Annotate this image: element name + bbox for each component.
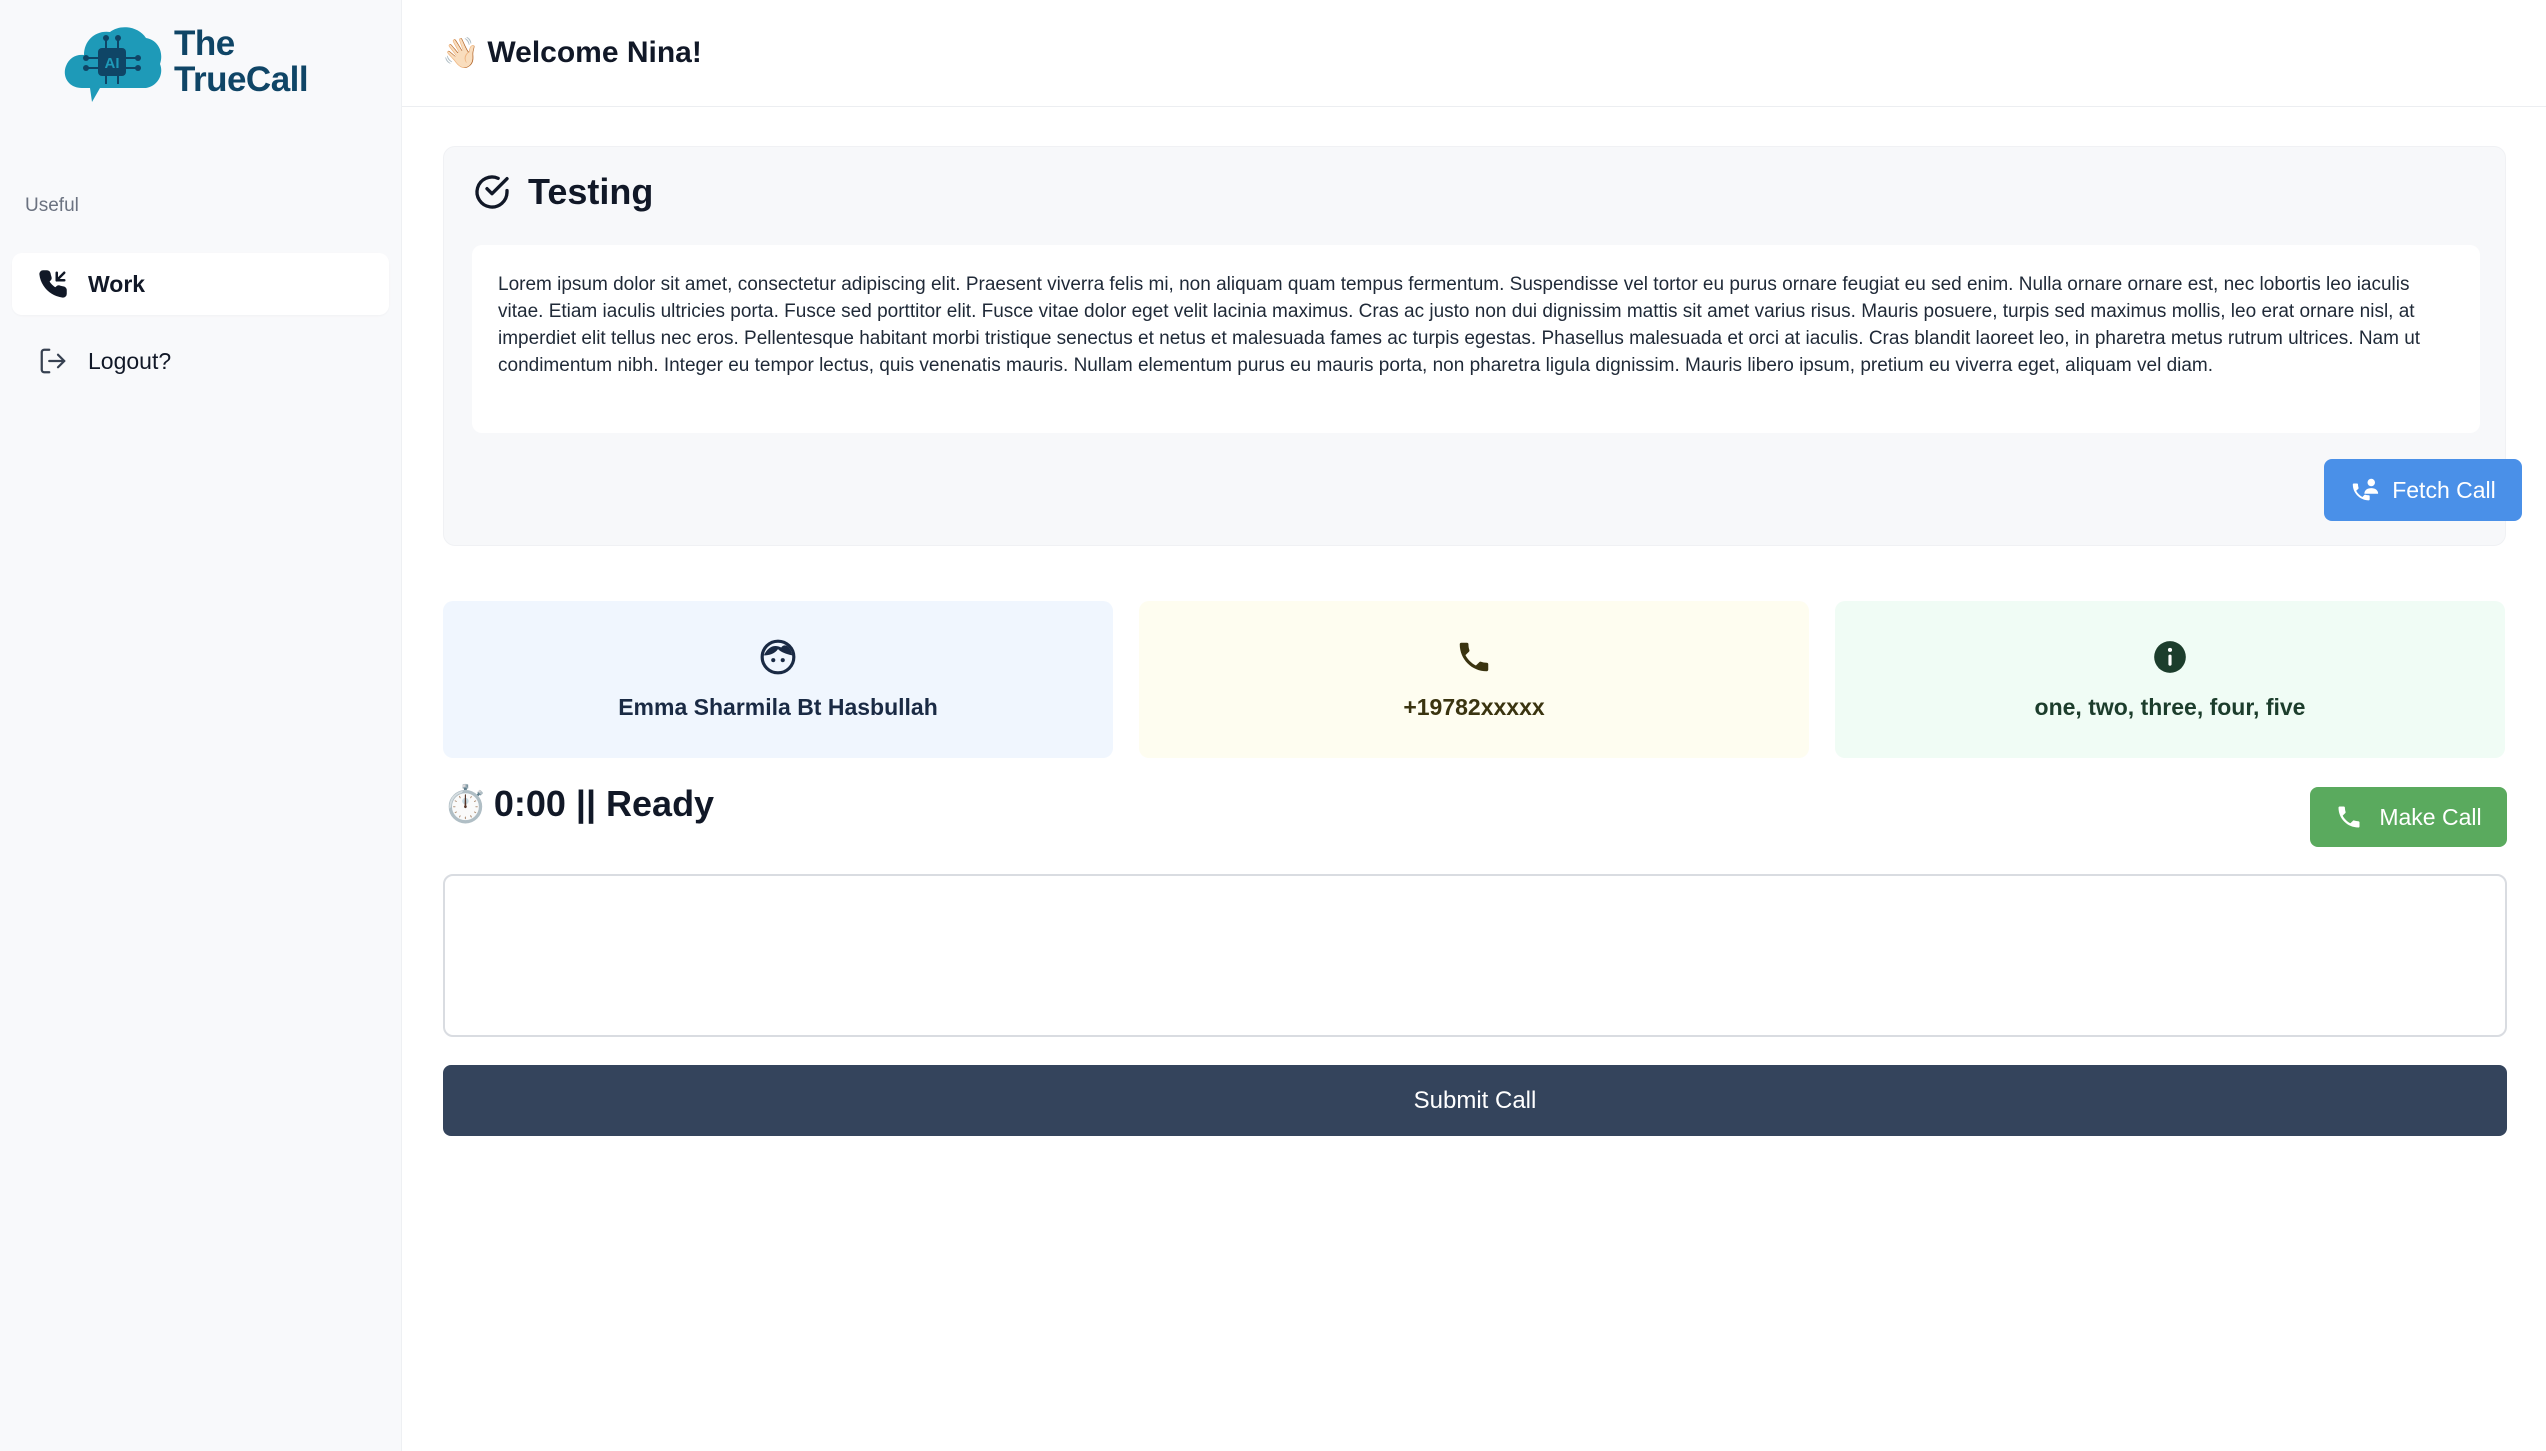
- welcome-greeting: Welcome Nina!: [487, 36, 702, 69]
- call-timer: ⏱️ 0:00 || Ready: [443, 783, 714, 825]
- top-bar: 👋🏻 Welcome Nina!: [402, 0, 2546, 107]
- phone-icon: [2338, 806, 2360, 828]
- main-content: 👋🏻 Welcome Nina! Testing Lorem ipsum dol…: [402, 0, 2546, 1451]
- contact-phone-card: +19782xxxxx: [1139, 601, 1809, 758]
- sidebar-section-label: Useful: [25, 195, 79, 216]
- brand-logo[interactable]: AI The TrueCall: [60, 18, 309, 106]
- waving-hand-icon: 👋🏻: [442, 36, 480, 70]
- phone-person-icon: [2353, 478, 2379, 501]
- script-text: Lorem ipsum dolor sit amet, consectetur …: [472, 245, 2480, 433]
- phone-incoming-icon: [39, 270, 67, 298]
- cloud-chip-logo-icon: AI: [64, 27, 162, 103]
- make-call-label: Make Call: [2379, 803, 2482, 830]
- call-status: 0:00 || Ready: [493, 783, 715, 824]
- testing-title: Testing: [472, 171, 653, 213]
- testing-title-text: Testing: [528, 171, 654, 212]
- sidebar-item-work[interactable]: Work: [12, 253, 389, 315]
- check-circle-icon: [475, 175, 509, 209]
- sidebar-item-label: Work: [88, 270, 146, 297]
- sidebar-item-logout[interactable]: Logout?: [12, 330, 389, 392]
- sidebar: AI The TrueCall Useful Work Logout?: [0, 0, 402, 1451]
- contact-phone-number: +19782xxxxx: [1403, 694, 1545, 720]
- brand-name-line1: The: [174, 24, 235, 63]
- phone-icon: [1459, 642, 1489, 672]
- sidebar-item-label: Logout?: [88, 347, 172, 374]
- fetch-call-label: Fetch Call: [2392, 476, 2496, 503]
- stopwatch-icon: ⏱️: [443, 783, 488, 824]
- call-notes-textarea[interactable]: [443, 874, 2507, 1037]
- logo-badge-text: AI: [105, 55, 120, 72]
- brand-name-line2: TrueCall: [174, 60, 309, 99]
- submit-call-button[interactable]: Submit Call: [443, 1065, 2507, 1136]
- contact-name-card: Emma Sharmila Bt Hasbullah: [443, 601, 1113, 758]
- face-icon: [760, 639, 796, 675]
- fetch-call-button[interactable]: Fetch Call: [2324, 459, 2522, 521]
- contact-info-text: one, two, three, four, five: [2034, 694, 2306, 720]
- brand-name: The TrueCall: [174, 24, 309, 99]
- testing-panel: Testing Lorem ipsum dolor sit amet, cons…: [443, 146, 2522, 546]
- logout-icon: [40, 348, 66, 374]
- contact-info-card: one, two, three, four, five: [1835, 601, 2505, 758]
- info-icon: [2154, 641, 2186, 673]
- app-root: AI The TrueCall Useful Work Logout? 👋🏻 W…: [0, 0, 2546, 1451]
- contact-name: Emma Sharmila Bt Hasbullah: [618, 694, 938, 720]
- make-call-button[interactable]: Make Call: [2310, 787, 2507, 847]
